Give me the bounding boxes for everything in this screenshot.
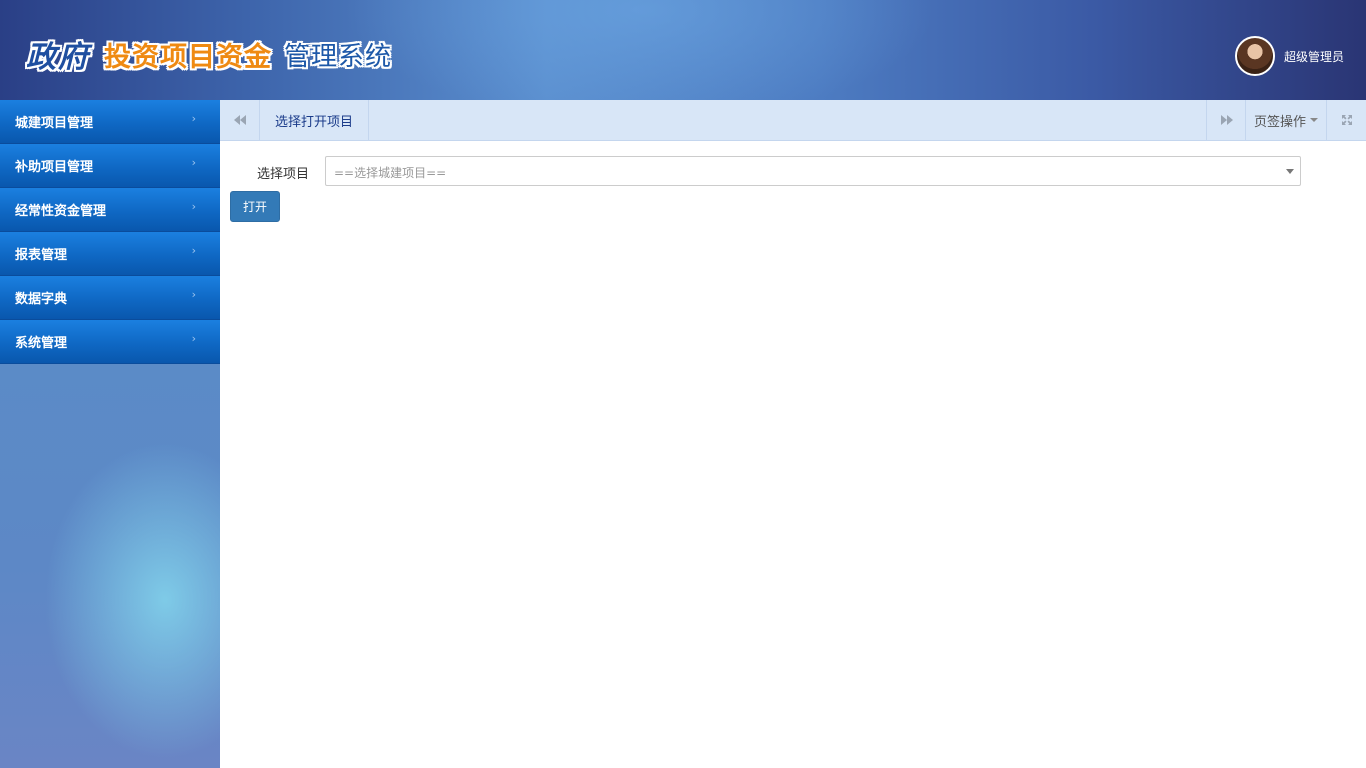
sidebar-item-label: 经常性资金管理 bbox=[15, 204, 107, 219]
fullscreen-button[interactable] bbox=[1326, 100, 1366, 140]
user-menu[interactable]: 超级管理员 bbox=[1234, 36, 1344, 76]
tab-label: 选择打开项目 bbox=[275, 114, 354, 130]
tab-select-open-project[interactable]: 选择打开项目 bbox=[260, 100, 370, 140]
tab-scroll-right-button[interactable] bbox=[1206, 100, 1246, 140]
backward-icon bbox=[233, 115, 246, 125]
avatar[interactable] bbox=[1234, 36, 1275, 76]
user-name[interactable]: 超级管理员 bbox=[1284, 48, 1344, 65]
sidebar: 城建项目管理 › 补助项目管理 › 经常性资金管理 › 报表管理 › 数据字典 … bbox=[0, 100, 220, 768]
chevron-right-icon: › bbox=[191, 332, 196, 345]
select-project-label: 选择项目 bbox=[257, 167, 310, 182]
sidebar-item-recurring-funds[interactable]: 经常性资金管理 › bbox=[0, 188, 220, 232]
chevron-right-icon: › bbox=[191, 156, 196, 169]
main-content: 选择项目 ==选择城建项目== 打开 bbox=[220, 141, 1366, 768]
forward-icon bbox=[1220, 115, 1233, 125]
sidebar-item-data-dictionary[interactable]: 数据字典 › bbox=[0, 276, 220, 320]
app-header: 政府 投资项目资金 管理系统 超级管理员 bbox=[0, 0, 1366, 100]
tab-scroll-left-button[interactable] bbox=[220, 100, 260, 140]
logo-sub-text: 管理系统 bbox=[284, 41, 393, 72]
sidebar-item-label: 城建项目管理 bbox=[15, 116, 94, 131]
chevron-right-icon: › bbox=[191, 244, 196, 257]
sidebar-item-system-admin[interactable]: 系统管理 › bbox=[0, 320, 220, 364]
sidebar-item-label: 报表管理 bbox=[15, 248, 68, 263]
tab-operations-dropdown[interactable]: 页签操作 bbox=[1245, 100, 1326, 140]
sidebar-item-label: 系统管理 bbox=[15, 336, 68, 351]
open-button[interactable]: 打开 bbox=[230, 191, 280, 222]
chevron-right-icon: › bbox=[191, 112, 196, 125]
logo-main-text: 投资项目资金 bbox=[104, 41, 272, 73]
caret-down-icon bbox=[1286, 169, 1294, 174]
tab-operations-label: 页签操作 bbox=[1253, 114, 1306, 130]
project-select-value: ==选择城建项目== bbox=[334, 166, 447, 180]
chevron-right-icon: › bbox=[191, 288, 196, 301]
sidebar-item-label: 数据字典 bbox=[15, 292, 68, 307]
logo-script-text: 政府 bbox=[26, 40, 90, 75]
caret-down-icon bbox=[1310, 118, 1318, 122]
sidebar-item-label: 补助项目管理 bbox=[15, 160, 94, 175]
app-logo: 政府 投资项目资金 管理系统 bbox=[26, 34, 393, 75]
tab-bar: 选择打开项目 页签操作 bbox=[220, 100, 1366, 141]
expand-icon bbox=[1341, 115, 1352, 125]
sidebar-item-subsidy-projects[interactable]: 补助项目管理 › bbox=[0, 144, 220, 188]
sidebar-item-urban-projects[interactable]: 城建项目管理 › bbox=[0, 100, 220, 144]
project-select[interactable]: ==选择城建项目== bbox=[325, 156, 1301, 186]
chevron-right-icon: › bbox=[191, 200, 196, 213]
sidebar-item-reports[interactable]: 报表管理 › bbox=[0, 232, 220, 276]
